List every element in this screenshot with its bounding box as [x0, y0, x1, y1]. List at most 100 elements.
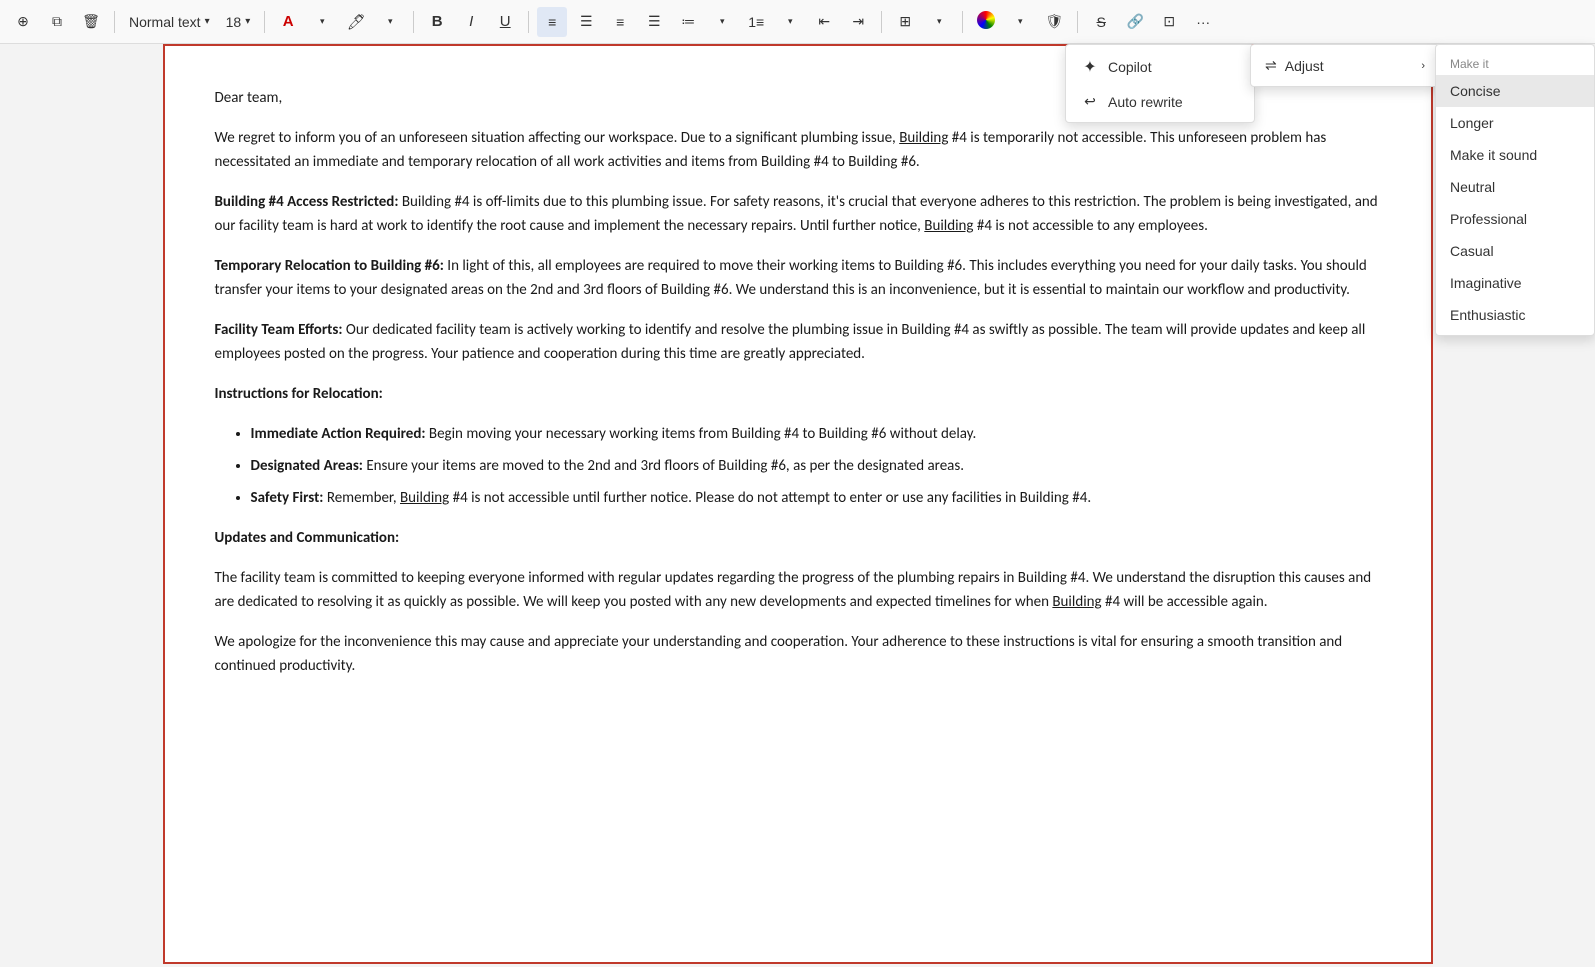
- underline-icon: U: [500, 13, 511, 30]
- copilot-color-button[interactable]: [971, 7, 1001, 37]
- updates-body: The facility team is committed to keepin…: [215, 566, 1381, 614]
- toolbar: ⊕ ⧉ 🗑 Normal text ▾ 18 ▾ A ▾ 🖊 ▾ B I U: [0, 0, 1595, 44]
- decrease-indent-icon: ⇤: [818, 13, 830, 30]
- align-justify-button[interactable]: ☰: [639, 7, 669, 37]
- font-color-button[interactable]: A: [273, 7, 303, 37]
- add-button[interactable]: ⊕: [8, 7, 38, 37]
- section3-title: Facility Team Efforts:: [215, 321, 343, 339]
- copilot-dropdown: ✦ Copilot ↩ Auto rewrite: [1065, 44, 1255, 123]
- closing: We apologize for the inconvenience this …: [215, 630, 1381, 678]
- align-justify-icon: ☰: [648, 13, 661, 30]
- instructions-label: Instructions for Relocation:: [215, 385, 383, 403]
- document[interactable]: Dear team, We regret to inform you of an…: [163, 44, 1433, 964]
- overflow-icon: ···: [1196, 14, 1210, 30]
- add-icon: ⊕: [17, 13, 29, 30]
- bullet1-title: Immediate Action Required:: [251, 425, 426, 443]
- section1: Building #4 Access Restricted: Building …: [215, 190, 1381, 238]
- style-dropdown[interactable]: Normal text ▾: [123, 7, 216, 37]
- neutral-label: Neutral: [1450, 179, 1495, 195]
- delete-button[interactable]: 🗑: [76, 7, 106, 37]
- align-right-button[interactable]: ≡: [605, 7, 635, 37]
- chevron-down-icon6: ▾: [1018, 16, 1023, 27]
- adjust-menu-item[interactable]: ⇌ Adjust ›: [1251, 49, 1439, 82]
- decrease-indent-button[interactable]: ⇤: [809, 7, 839, 37]
- professional-item[interactable]: Professional: [1436, 203, 1594, 235]
- main-area: Dear team, We regret to inform you of an…: [0, 44, 1595, 964]
- highlight-chevron[interactable]: ▾: [375, 7, 405, 37]
- longer-label: Longer: [1450, 115, 1494, 131]
- neutral-item[interactable]: Neutral: [1436, 171, 1594, 203]
- building4-ref1: Building: [899, 129, 948, 147]
- link-icon: 🔗: [1127, 13, 1144, 30]
- bullet-list: Immediate Action Required: Begin moving …: [215, 422, 1381, 510]
- bullet1: Immediate Action Required: Begin moving …: [251, 422, 1381, 446]
- auto-rewrite-menu-item[interactable]: ↩ Auto rewrite: [1066, 85, 1254, 118]
- building4-ref3: Building: [400, 489, 449, 507]
- align-right-icon: ≡: [616, 14, 624, 30]
- font-color-chevron[interactable]: ▾: [307, 7, 337, 37]
- bullet-list-button[interactable]: ≔: [673, 7, 703, 37]
- bullet2: Designated Areas: Ensure your items are …: [251, 454, 1381, 478]
- strikethrough-icon: S: [1097, 14, 1106, 30]
- imaginative-label: Imaginative: [1450, 275, 1522, 291]
- align-left-icon: ≡: [548, 14, 556, 30]
- strikethrough-button[interactable]: S: [1086, 7, 1116, 37]
- highlight-icon: 🖊: [347, 13, 366, 31]
- bullet-chevron[interactable]: ▾: [707, 7, 737, 37]
- chevron-down-icon2: ▾: [388, 16, 393, 27]
- casual-item[interactable]: Casual: [1436, 235, 1594, 267]
- section2-title: Temporary Relocation to Building #6:: [215, 257, 444, 275]
- copy-icon: ⧉: [52, 13, 62, 30]
- shield-button[interactable]: 🛡: [1039, 7, 1069, 37]
- highlight-button[interactable]: 🖊: [341, 7, 371, 37]
- copilot-menu-item[interactable]: ✦ Copilot: [1066, 49, 1254, 85]
- increase-indent-button[interactable]: ⇥: [843, 7, 873, 37]
- numbered-list-icon: 1≡: [748, 14, 764, 30]
- bullet2-title: Designated Areas:: [251, 457, 363, 475]
- bullet-list-icon: ≔: [681, 13, 695, 30]
- document-wrapper: Dear team, We regret to inform you of an…: [0, 44, 1595, 964]
- make-it-sound-label: Make it sound: [1450, 147, 1537, 163]
- auto-rewrite-icon: ↩: [1080, 93, 1100, 110]
- fontsize-label: 18: [226, 14, 242, 30]
- copilot-chevron[interactable]: ▾: [1005, 7, 1035, 37]
- table-button[interactable]: ⊞: [890, 7, 920, 37]
- updates-label: Updates and Communication:: [215, 529, 400, 547]
- adjust-arrow-icon: ›: [1421, 60, 1425, 72]
- make-it-sound-item[interactable]: Make it sound: [1436, 139, 1594, 171]
- style-chevron-icon: ▾: [205, 16, 210, 27]
- concise-item[interactable]: Concise: [1436, 75, 1594, 107]
- align-center-button[interactable]: ☰: [571, 7, 601, 37]
- adjust-sliders-icon: ⇌: [1265, 57, 1277, 74]
- italic-button[interactable]: I: [456, 7, 486, 37]
- concise-label: Concise: [1450, 83, 1501, 99]
- more-button[interactable]: ⊡: [1154, 7, 1184, 37]
- longer-item[interactable]: Longer: [1436, 107, 1594, 139]
- numbered-chevron[interactable]: ▾: [775, 7, 805, 37]
- bold-button[interactable]: B: [422, 7, 452, 37]
- imaginative-item[interactable]: Imaginative: [1436, 267, 1594, 299]
- chevron-down-icon: ▾: [320, 16, 325, 27]
- bullet3-title: Safety First:: [251, 489, 324, 507]
- bold-icon: B: [432, 13, 443, 30]
- overflow-button[interactable]: ···: [1188, 7, 1218, 37]
- copilot-color-icon: [977, 11, 995, 32]
- instructions-title: Instructions for Relocation:: [215, 382, 1381, 406]
- casual-label: Casual: [1450, 243, 1494, 259]
- table-chevron[interactable]: ▾: [924, 7, 954, 37]
- copy-button[interactable]: ⧉: [42, 7, 72, 37]
- numbered-list-button[interactable]: 1≡: [741, 7, 771, 37]
- align-left-button[interactable]: ≡: [537, 7, 567, 37]
- enthusiastic-item[interactable]: Enthusiastic: [1436, 299, 1594, 331]
- building4-ref4: Building: [1052, 593, 1101, 611]
- link-button[interactable]: 🔗: [1120, 7, 1150, 37]
- divider5: [881, 11, 882, 33]
- section2: Temporary Relocation to Building #6: In …: [215, 254, 1381, 302]
- chevron-down-icon5: ▾: [937, 16, 942, 27]
- professional-label: Professional: [1450, 211, 1527, 227]
- underline-button[interactable]: U: [490, 7, 520, 37]
- bullet2-body: Ensure your items are moved to the 2nd a…: [363, 457, 964, 475]
- fontsize-dropdown[interactable]: 18 ▾: [220, 7, 257, 37]
- divider6: [962, 11, 963, 33]
- increase-indent-icon: ⇥: [852, 13, 864, 30]
